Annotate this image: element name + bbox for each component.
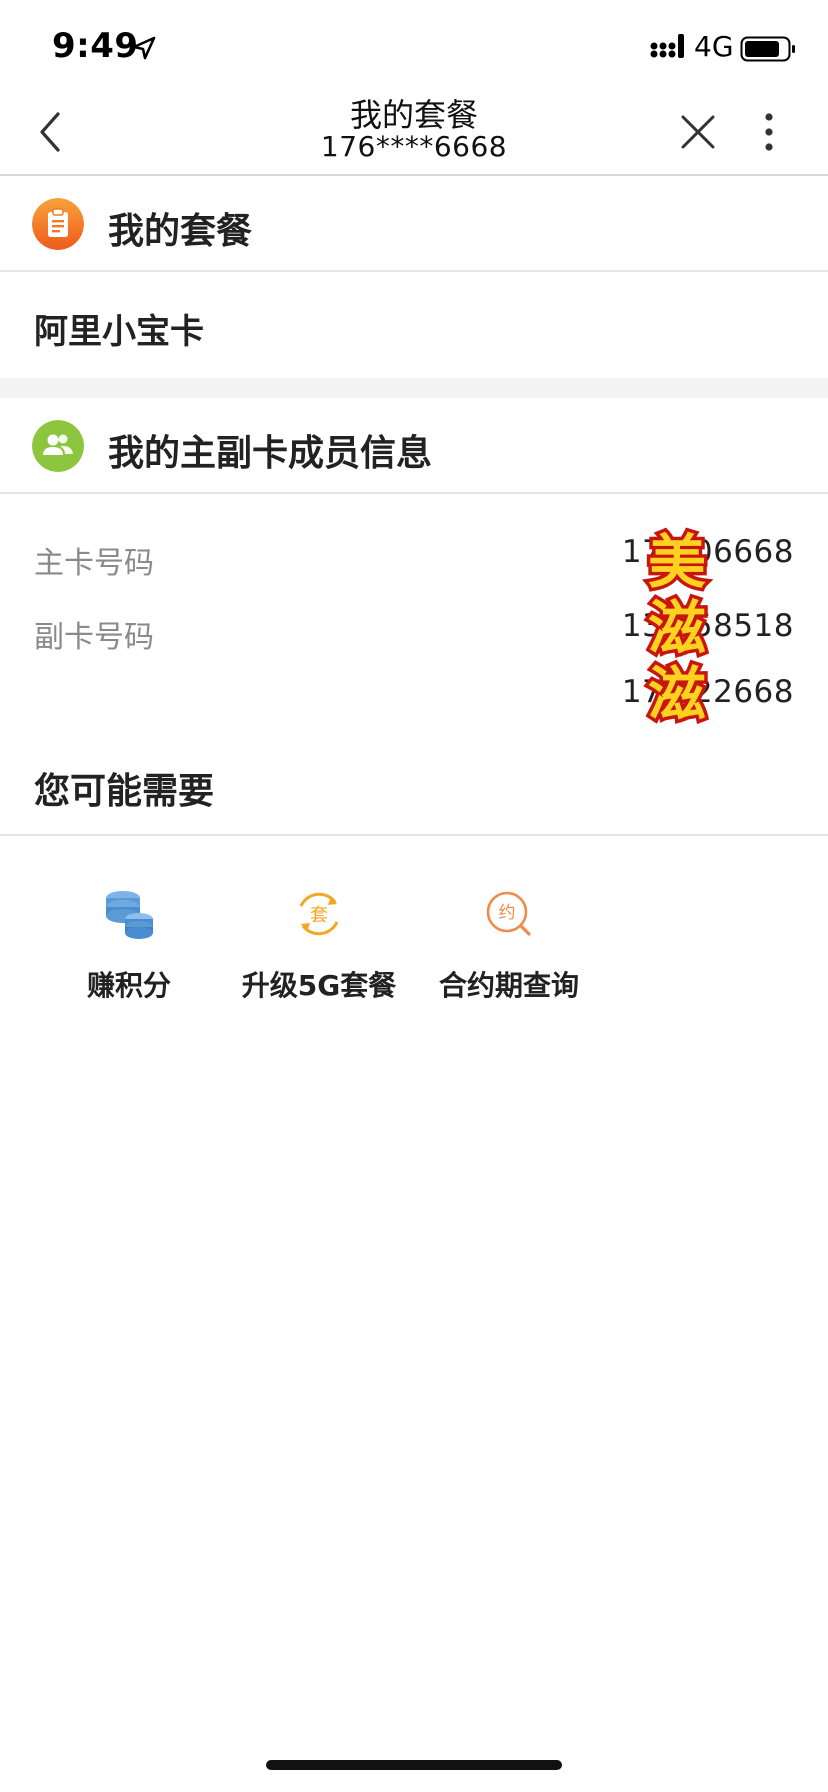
plan-section-header: 我的套餐 — [0, 176, 828, 272]
plan-name: 阿里小宝卡 — [34, 312, 204, 352]
close-icon[interactable] — [680, 114, 716, 150]
members-section-title: 我的主副卡成员信息 — [108, 433, 433, 474]
secondary-card-label: 副卡号码 — [34, 620, 154, 655]
primary-card-label: 主卡号码 — [34, 546, 154, 581]
battery-icon — [740, 36, 795, 62]
contract-search-icon: 约 — [486, 891, 531, 936]
svg-text:美: 美 — [648, 528, 706, 596]
earn-points-label: 赚积分 — [86, 969, 171, 1002]
section-divider — [0, 378, 828, 398]
earn-points-tile[interactable]: 赚积分 — [34, 880, 224, 1010]
clipboard-icon — [32, 198, 84, 250]
upgrade-5g-tile[interactable]: 套 升级5G套餐 — [224, 880, 414, 1010]
status-bar: 9:49 4G — [0, 0, 828, 96]
svg-text:约: 约 — [499, 903, 516, 923]
members-section-header: 我的主副卡成员信息 — [0, 398, 828, 494]
contract-query-tile[interactable]: 约 合约期查询 — [414, 880, 604, 1010]
plan-section-title: 我的套餐 — [108, 211, 253, 252]
upgrade-5g-label: 升级5G套餐 — [241, 969, 397, 1002]
svg-text:滋: 滋 — [648, 594, 706, 662]
nav-bar: 我的套餐 176****6668 — [0, 96, 828, 176]
people-icon — [32, 420, 84, 472]
location-arrow-icon — [132, 36, 156, 60]
suggestions-title: 您可能需要 — [34, 771, 215, 812]
contract-query-label: 合约期查询 — [438, 969, 579, 1002]
status-time: 9:49 — [52, 26, 139, 66]
home-indicator[interactable] — [266, 1760, 562, 1770]
suggestions-divider — [0, 834, 828, 836]
more-icon[interactable] — [754, 110, 784, 154]
network-label: 4G — [694, 30, 734, 63]
upgrade-plan-icon: 套 — [299, 892, 339, 936]
svg-text:套: 套 — [310, 905, 328, 926]
svg-text:滋: 滋 — [648, 660, 706, 724]
signal-icon — [650, 34, 684, 58]
plan-row: 阿里小宝卡 — [0, 274, 828, 378]
coins-icon — [106, 891, 153, 939]
sticker-overlay: 美 滋 滋 — [644, 525, 709, 725]
